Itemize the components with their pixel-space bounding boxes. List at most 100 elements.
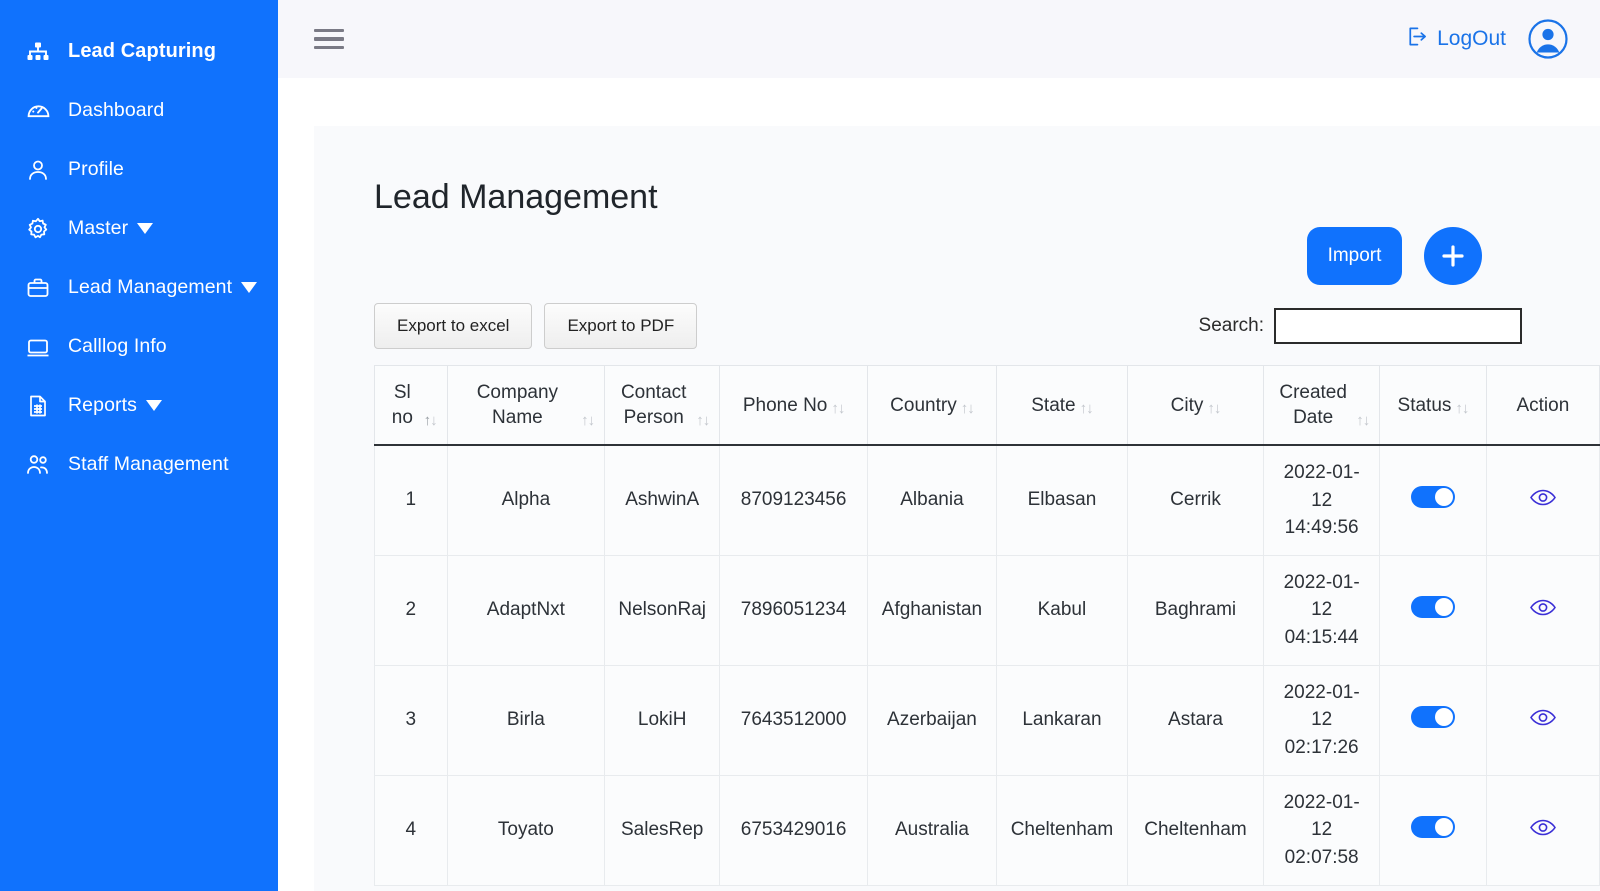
sidebar-item-label: Staff Management [68, 453, 229, 475]
cell-country: Australia [866, 774, 997, 886]
col-label: City [1170, 394, 1204, 416]
status-toggle[interactable] [1410, 706, 1455, 729]
import-button[interactable]: Import [1307, 227, 1402, 285]
cell-company: Toyato [446, 774, 606, 886]
app-root: Lead Capturing Dashboard Profile Master … [0, 0, 1600, 891]
logout-button[interactable]: LogOut [1405, 25, 1506, 54]
cell-status [1379, 554, 1487, 666]
table-row[interactable]: 1 Alpha AshwinA 8709123456 Albania Elbas… [374, 444, 1600, 556]
status-toggle[interactable] [1410, 816, 1455, 839]
status-toggle[interactable] [1410, 596, 1455, 619]
cell-state: Cheltenham [995, 774, 1128, 886]
cell-company: AdaptNxt [446, 554, 606, 666]
cell-state: Elbasan [995, 444, 1128, 556]
cell-created-date: 2022-01- 12 14:49:56 [1263, 444, 1381, 556]
sidebar-item-staff-management[interactable]: Staff Management [0, 435, 278, 494]
hamburger-icon[interactable] [314, 20, 344, 59]
sidebar-item-reports[interactable]: Reports [0, 376, 278, 435]
user-avatar-icon[interactable] [1528, 19, 1568, 59]
logout-label: LogOut [1437, 27, 1506, 50]
export-to-excel-button[interactable]: Export to excel [374, 303, 533, 349]
users-icon [26, 452, 56, 478]
sidebar-item-master[interactable]: Master [0, 199, 278, 258]
cell-phone: 8709123456 [719, 444, 868, 556]
export-buttons: Export to excel Export to PDF [374, 303, 698, 349]
table-toolbar: Export to excel Export to PDF Search: [374, 303, 1600, 349]
col-header-created-date[interactable]: Created Date ↑↓ [1263, 365, 1381, 447]
cell-phone: 7896051234 [719, 554, 868, 666]
eye-icon[interactable] [1529, 489, 1556, 506]
sidebar-brand[interactable]: Lead Capturing [0, 22, 278, 81]
sitemap-icon [26, 39, 56, 65]
briefcase-icon [26, 275, 56, 301]
col-header-state[interactable]: State ↑↓ [995, 365, 1128, 447]
sidebar: Lead Capturing Dashboard Profile Master … [0, 0, 278, 891]
table-row[interactable]: 4 Toyato SalesRep 6753429016 Australia C… [374, 774, 1600, 886]
table-header-row: Sl no ↑↓ Company Name ↑↓ Contact Person … [374, 365, 1600, 447]
cell-phone: 6753429016 [719, 774, 868, 886]
plus-icon [1442, 245, 1464, 267]
sort-icon[interactable]: ↑↓ [1455, 401, 1469, 418]
col-header-city[interactable]: City ↑↓ [1126, 365, 1265, 447]
sort-icon[interactable]: ↑↓ [424, 413, 438, 430]
cell-action [1485, 554, 1600, 666]
sort-icon[interactable]: ↑↓ [831, 401, 845, 418]
col-header-action[interactable]: Action [1485, 365, 1600, 447]
cell-contact: AshwinA [604, 444, 721, 556]
col-header-country[interactable]: Country ↑↓ [866, 365, 997, 447]
search-input[interactable] [1274, 308, 1522, 344]
cell-sl-no: 2 [374, 554, 448, 666]
chevron-down-icon[interactable] [241, 282, 258, 293]
eye-icon[interactable] [1529, 709, 1556, 726]
status-toggle[interactable] [1410, 486, 1455, 509]
eye-icon[interactable] [1529, 819, 1556, 836]
cell-action [1485, 774, 1600, 886]
chevron-down-icon[interactable] [145, 400, 162, 411]
table-row[interactable]: 3 Birla LokiH 7643512000 Azerbaijan Lank… [374, 664, 1600, 776]
page-title: Lead Management [374, 178, 658, 216]
sidebar-item-label: Master [68, 217, 129, 239]
sidebar-item-dashboard[interactable]: Dashboard [0, 81, 278, 140]
main-region: LogOut Lead Management Import Export to … [278, 0, 1600, 891]
col-header-contact-person[interactable]: Contact Person ↑↓ [604, 365, 721, 447]
chevron-down-icon[interactable] [137, 223, 154, 234]
cell-country: Albania [866, 444, 997, 556]
sort-icon[interactable]: ↑↓ [581, 413, 595, 430]
cell-phone: 7643512000 [719, 664, 868, 776]
table-row[interactable]: 2 AdaptNxt NelsonRaj 7896051234 Afghanis… [374, 554, 1600, 666]
cell-created-date: 2022-01- 12 02:07:58 [1263, 774, 1381, 886]
sort-icon[interactable]: ↑↓ [1207, 401, 1221, 418]
col-header-company-name[interactable]: Company Name ↑↓ [446, 365, 606, 447]
laptop-icon [26, 334, 56, 360]
cell-status [1379, 664, 1487, 776]
table-scroll-region[interactable]: Sl no ↑↓ Company Name ↑↓ Contact Person … [374, 365, 1600, 886]
col-label: Status [1397, 394, 1452, 416]
eye-icon[interactable] [1529, 599, 1556, 616]
cell-created-date: 2022-01- 12 04:15:44 [1263, 554, 1381, 666]
gear-icon [26, 216, 56, 242]
sidebar-item-label: Calllog Info [68, 335, 167, 357]
lead-management-card: Lead Management Import Export to excel E… [314, 126, 1600, 891]
col-header-sl-no[interactable]: Sl no ↑↓ [374, 365, 448, 447]
add-lead-button[interactable] [1424, 227, 1482, 285]
cell-sl-no: 1 [374, 444, 448, 556]
sidebar-item-calllog-info[interactable]: Calllog Info [0, 317, 278, 376]
document-icon [26, 393, 56, 419]
col-header-status[interactable]: Status ↑↓ [1379, 365, 1487, 447]
sidebar-item-label: Lead Management [68, 276, 233, 298]
cell-contact: LokiH [604, 664, 721, 776]
sort-icon[interactable]: ↑↓ [1080, 401, 1094, 418]
cell-created-date: 2022-01- 12 02:17:26 [1263, 664, 1381, 776]
sidebar-item-lead-management[interactable]: Lead Management [0, 258, 278, 317]
cell-city: Cerrik [1126, 444, 1265, 556]
col-header-phone-no[interactable]: Phone No ↑↓ [719, 365, 868, 447]
export-to-pdf-button[interactable]: Export to PDF [544, 303, 698, 349]
sort-icon[interactable]: ↑↓ [696, 413, 710, 430]
user-icon [26, 157, 56, 183]
cell-company: Alpha [446, 444, 606, 556]
sort-icon[interactable]: ↑↓ [961, 401, 975, 418]
col-label: Sl no [391, 382, 413, 429]
sidebar-item-profile[interactable]: Profile [0, 140, 278, 199]
sort-icon[interactable]: ↑↓ [1356, 413, 1370, 430]
table-body: 1 Alpha AshwinA 8709123456 Albania Elbas… [374, 444, 1600, 886]
